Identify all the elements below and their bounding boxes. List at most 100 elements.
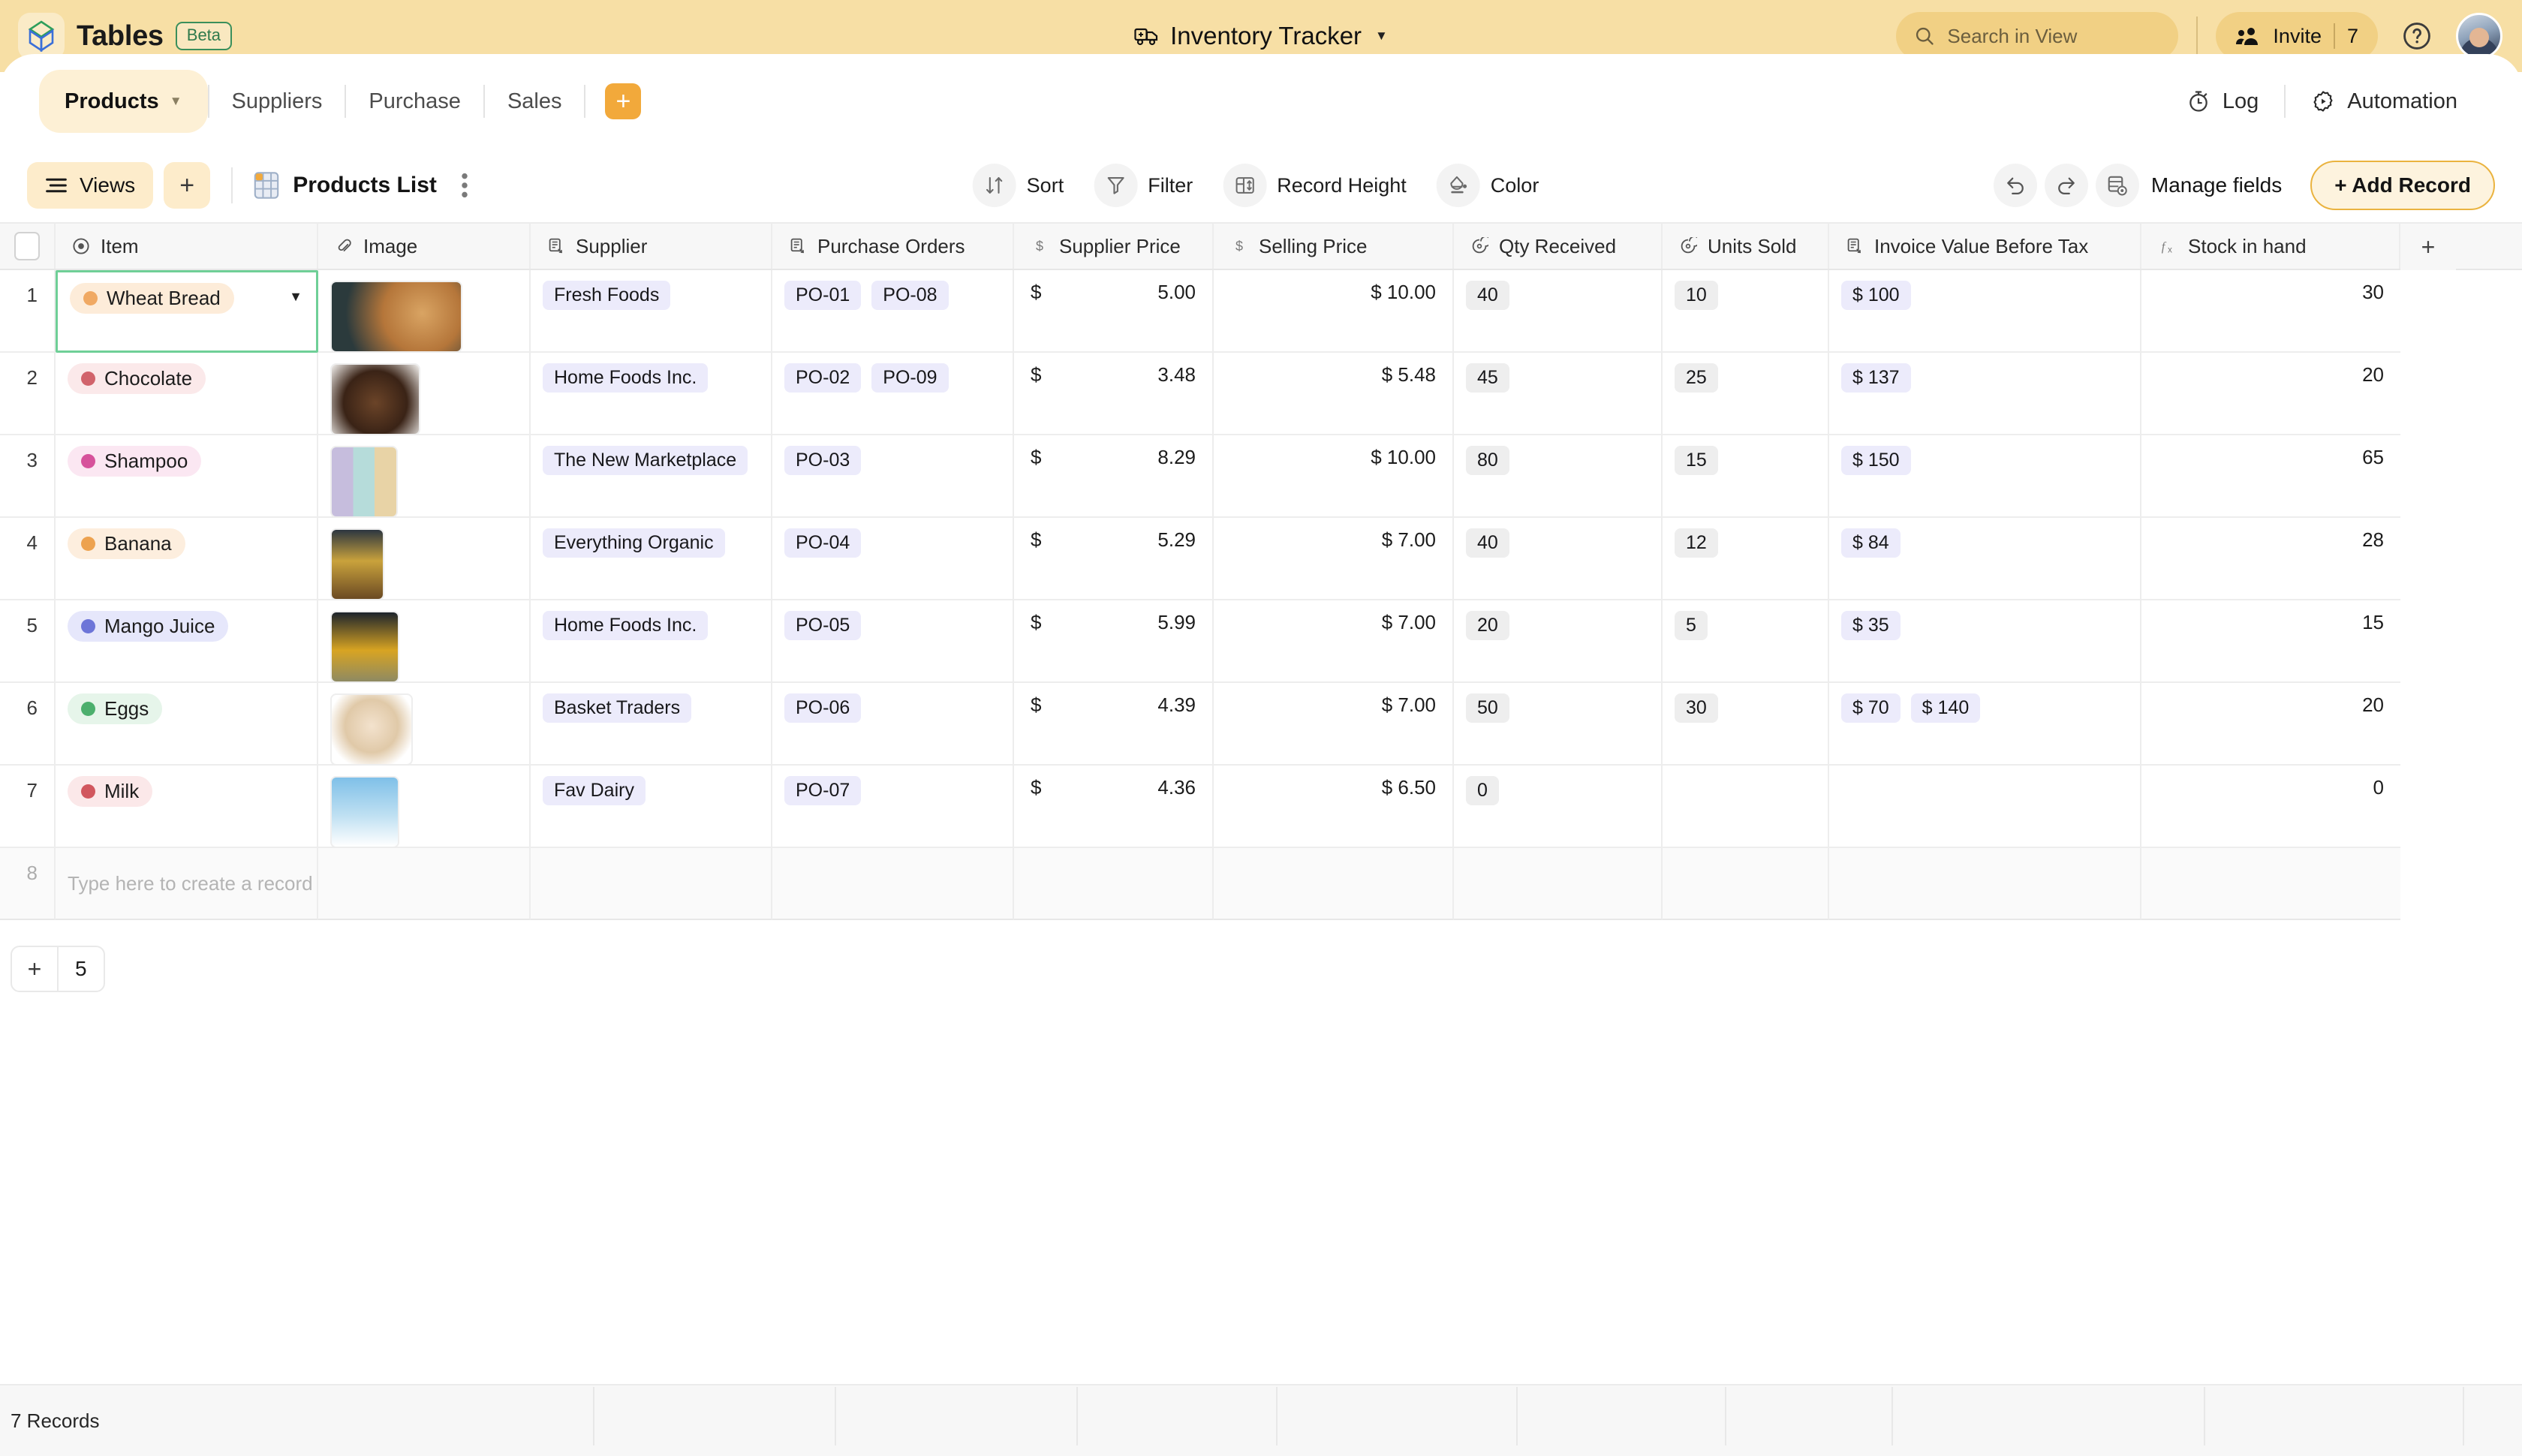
- new-row-cell[interactable]: [1214, 848, 1454, 920]
- cell-stock-in-hand[interactable]: 28: [2141, 518, 2400, 600]
- new-row-cell[interactable]: [1663, 848, 1829, 920]
- cell-units-sold[interactable]: 15: [1663, 435, 1829, 518]
- new-record-input[interactable]: Type here to create a record: [56, 848, 318, 920]
- cell-supplier-price[interactable]: $4.39: [1014, 683, 1214, 766]
- automation-button[interactable]: Automation: [2286, 89, 2483, 114]
- footer-cell[interactable]: [2205, 1387, 2464, 1445]
- cell-item[interactable]: Chocolate: [56, 353, 318, 435]
- cell-supplier[interactable]: Home Foods Inc.: [531, 353, 772, 435]
- manage-fields-button[interactable]: Manage fields: [2095, 164, 2289, 207]
- cell-units-sold[interactable]: 30: [1663, 683, 1829, 766]
- cell-image[interactable]: [318, 766, 531, 848]
- cell-supplier-price[interactable]: $5.00: [1014, 270, 1214, 353]
- cell-stock-in-hand[interactable]: 0: [2141, 766, 2400, 848]
- avatar[interactable]: [2456, 13, 2502, 59]
- add-column-button[interactable]: +: [2400, 224, 2456, 270]
- new-row-cell[interactable]: [531, 848, 772, 920]
- cell-purchase-orders[interactable]: PO-01 PO-08: [772, 270, 1014, 353]
- cell-supplier[interactable]: Everything Organic: [531, 518, 772, 600]
- cell-stock-in-hand[interactable]: 20: [2141, 683, 2400, 766]
- tab-products[interactable]: Products ▼: [39, 70, 208, 133]
- cell-qty-received[interactable]: 40: [1454, 270, 1663, 353]
- cell-purchase-orders[interactable]: PO-02 PO-09: [772, 353, 1014, 435]
- cell-selling-price[interactable]: $ 10.00: [1214, 270, 1454, 353]
- new-row-cell[interactable]: [1454, 848, 1663, 920]
- column-header-units-sold[interactable]: Units Sold: [1663, 224, 1829, 269]
- cell-invoice-value[interactable]: $ 150: [1829, 435, 2141, 518]
- footer-cell[interactable]: [594, 1387, 836, 1445]
- column-header-purchase-orders[interactable]: Purchase Orders: [772, 224, 1014, 269]
- tab-sales[interactable]: Sales: [485, 54, 585, 149]
- cell-image[interactable]: [318, 600, 531, 683]
- brand[interactable]: Tables Beta: [18, 13, 233, 59]
- footer-cell[interactable]: [0, 1387, 382, 1445]
- log-button[interactable]: Log: [2161, 89, 2284, 114]
- cell-stock-in-hand[interactable]: 15: [2141, 600, 2400, 683]
- current-view-chip[interactable]: Products List: [254, 171, 468, 200]
- cell-stock-in-hand[interactable]: 20: [2141, 353, 2400, 435]
- footer-cell[interactable]: [1078, 1387, 1278, 1445]
- add-rows-count[interactable]: 5: [59, 957, 104, 981]
- undo-button[interactable]: [1993, 164, 2037, 207]
- tab-purchase[interactable]: Purchase: [346, 54, 483, 149]
- color-button[interactable]: Color: [1431, 158, 1556, 213]
- cell-supplier-price[interactable]: $3.48: [1014, 353, 1214, 435]
- column-header-supplier[interactable]: Supplier: [531, 224, 772, 269]
- cell-units-sold[interactable]: 5: [1663, 600, 1829, 683]
- column-header-image[interactable]: Image: [318, 224, 531, 269]
- cell-invoice-value[interactable]: $ 35: [1829, 600, 2141, 683]
- sort-button[interactable]: Sort: [967, 158, 1081, 213]
- cell-selling-price[interactable]: $ 10.00: [1214, 435, 1454, 518]
- cell-invoice-value[interactable]: $ 70 $ 140: [1829, 683, 2141, 766]
- cell-image[interactable]: [318, 518, 531, 600]
- cell-purchase-orders[interactable]: PO-07: [772, 766, 1014, 848]
- cell-qty-received[interactable]: 0: [1454, 766, 1663, 848]
- views-button[interactable]: Views: [27, 162, 154, 209]
- cell-selling-price[interactable]: $ 7.00: [1214, 600, 1454, 683]
- cell-supplier-price[interactable]: $4.36: [1014, 766, 1214, 848]
- row-number[interactable]: 6: [0, 683, 56, 766]
- footer-cell[interactable]: [1893, 1387, 2205, 1445]
- cell-supplier[interactable]: The New Marketplace: [531, 435, 772, 518]
- cell-supplier[interactable]: Basket Traders: [531, 683, 772, 766]
- add-record-button[interactable]: + Add Record: [2310, 161, 2495, 210]
- column-header-stock-in-hand[interactable]: fx Stock in hand: [2141, 224, 2400, 269]
- cell-item[interactable]: Mango Juice: [56, 600, 318, 683]
- new-row-cell[interactable]: [318, 848, 531, 920]
- column-header-selling-price[interactable]: $ Selling Price: [1214, 224, 1454, 269]
- column-header-supplier-price[interactable]: $ Supplier Price: [1014, 224, 1214, 269]
- new-record-row[interactable]: 8 Type here to create a record: [0, 848, 2522, 920]
- help-button[interactable]: [2394, 14, 2439, 59]
- cell-purchase-orders[interactable]: PO-06: [772, 683, 1014, 766]
- column-header-item[interactable]: Item: [56, 224, 318, 269]
- cell-selling-price[interactable]: $ 6.50: [1214, 766, 1454, 848]
- search-input[interactable]: Search in View: [1896, 12, 2179, 60]
- footer-cell[interactable]: [1726, 1387, 1893, 1445]
- cell-item[interactable]: Wheat Bread ▼: [56, 270, 318, 353]
- cell-stock-in-hand[interactable]: 65: [2141, 435, 2400, 518]
- column-header-qty-received[interactable]: Qty Received: [1454, 224, 1663, 269]
- cell-supplier[interactable]: Fav Dairy: [531, 766, 772, 848]
- footer-cell[interactable]: [836, 1387, 1078, 1445]
- invite-button[interactable]: Invite 7: [2216, 12, 2378, 60]
- document-title-button[interactable]: Inventory Tracker ▼: [1125, 17, 1397, 55]
- new-row-cell[interactable]: [1829, 848, 2141, 920]
- view-options-kebab-icon[interactable]: [461, 173, 468, 198]
- cell-qty-received[interactable]: 45: [1454, 353, 1663, 435]
- new-row-cell[interactable]: [1014, 848, 1214, 920]
- add-sheet-button[interactable]: +: [605, 83, 642, 119]
- cell-selling-price[interactable]: $ 7.00: [1214, 683, 1454, 766]
- cell-purchase-orders[interactable]: PO-05: [772, 600, 1014, 683]
- cell-invoice-value[interactable]: $ 84: [1829, 518, 2141, 600]
- redo-button[interactable]: [2044, 164, 2088, 207]
- row-number[interactable]: 4: [0, 518, 56, 600]
- tab-suppliers[interactable]: Suppliers: [209, 54, 345, 149]
- row-number[interactable]: 5: [0, 600, 56, 683]
- cell-supplier[interactable]: Fresh Foods: [531, 270, 772, 353]
- row-number[interactable]: 3: [0, 435, 56, 518]
- cell-invoice-value[interactable]: $ 137: [1829, 353, 2141, 435]
- cell-invoice-value[interactable]: [1829, 766, 2141, 848]
- record-height-button[interactable]: Record Height: [1217, 158, 1423, 213]
- cell-supplier-price[interactable]: $8.29: [1014, 435, 1214, 518]
- cell-supplier[interactable]: Home Foods Inc.: [531, 600, 772, 683]
